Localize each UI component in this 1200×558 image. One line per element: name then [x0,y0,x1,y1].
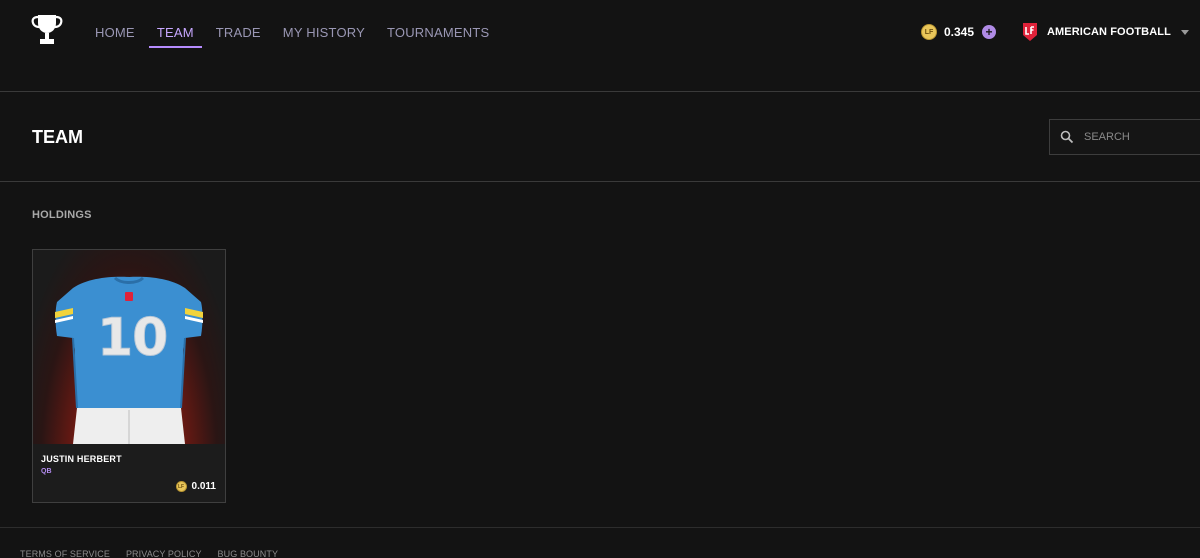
sport-brand-icon [1023,23,1037,41]
balance-value: 0.345 [944,25,975,39]
wallet-balance: LF 0.345 + [921,24,997,40]
search-box[interactable] [1049,119,1200,155]
holdings-heading: HOLDINGS [32,209,92,221]
add-funds-button[interactable]: + [982,25,997,39]
jersey-number: 10 [97,308,169,369]
player-card-image: 10 [33,250,225,444]
footer: TERMS OF SERVICE PRIVACY POLICY BUG BOUN… [0,527,1200,558]
search-input[interactable] [1084,131,1194,143]
nav-team[interactable]: TEAM [148,24,202,48]
player-position: QB [41,468,52,475]
nav-trade[interactable]: TRADE [216,24,261,48]
trophy-logo-icon[interactable] [31,13,63,47]
player-card-info: JUSTIN HERBERT QB LF 0.011 [33,444,225,502]
lf-coin-icon: LF [921,24,937,40]
page-header: TEAM [0,92,1200,182]
bug-bounty-link[interactable]: BUG BOUNTY [218,549,279,558]
lf-coin-icon: LF [175,481,187,492]
player-price: LF 0.011 [175,481,216,492]
sport-selector-label: AMERICAN FOOTBALL [1047,26,1171,38]
terms-of-service-link[interactable]: TERMS OF SERVICE [20,549,110,558]
nav-tournaments[interactable]: TOURNAMENTS [387,24,489,48]
nav-home[interactable]: HOME [95,24,135,48]
footer-links: TERMS OF SERVICE PRIVACY POLICY BUG BOUN… [20,549,294,558]
page-title: TEAM [32,127,83,147]
search-icon [1060,130,1074,144]
player-card[interactable]: 10 JUSTIN HERBERT QB LF 0.011 [32,249,226,503]
top-navigation-bar: HOME TEAM TRADE MY HISTORY TOURNAMENTS L… [0,0,1200,92]
main-nav: HOME TEAM TRADE MY HISTORY TOURNAMENTS [95,24,511,48]
nav-my-history[interactable]: MY HISTORY [283,24,365,48]
chevron-down-icon [1180,29,1189,35]
privacy-policy-link[interactable]: PRIVACY POLICY [126,549,202,558]
player-name: JUSTIN HERBERT [41,454,122,464]
price-value: 0.011 [191,481,216,492]
sport-selector[interactable]: AMERICAN FOOTBALL [1021,22,1189,42]
